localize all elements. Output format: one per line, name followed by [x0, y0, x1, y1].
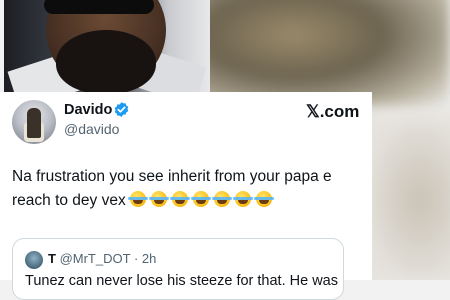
tears-of-joy-emoji-icon: [149, 191, 170, 207]
quoted-separator: ·: [133, 251, 139, 266]
user-handle[interactable]: @davido: [64, 121, 119, 137]
tears-of-joy-emoji-icon: [233, 191, 254, 207]
avatar[interactable]: [12, 100, 56, 144]
tears-of-joy-emoji-icon: [128, 191, 149, 207]
x-logo-label: 𝕏.com: [306, 102, 360, 121]
display-name[interactable]: Davido: [64, 102, 112, 118]
sunglasses: [44, 0, 154, 14]
quoted-avatar: [25, 251, 43, 269]
verified-badge-icon: [114, 102, 129, 117]
tears-of-joy-emoji-icon: [254, 191, 275, 207]
tears-of-joy-emoji-icon: [170, 191, 191, 207]
quoted-meta: T @MrT_DOT · 2h: [48, 251, 156, 266]
tears-of-joy-emoji-icon: [191, 191, 212, 207]
emoji-row: [128, 191, 277, 209]
quoted-time: 2h: [141, 251, 157, 266]
quoted-tweet[interactable]: T @MrT_DOT · 2h Tunez can never lose his…: [12, 238, 344, 300]
tweet-text: Na frustration you see inherit from your…: [12, 165, 362, 213]
quoted-handle: @MrT_DOT: [59, 251, 131, 266]
tweet-card: Davido @davido 𝕏.com Na frustration you …: [0, 92, 372, 300]
quoted-name: T: [48, 251, 56, 266]
quoted-text: Tunez can never lose his steeze for that…: [25, 273, 338, 289]
tears-of-joy-emoji-icon: [212, 191, 233, 207]
header-photo: [4, 0, 210, 92]
